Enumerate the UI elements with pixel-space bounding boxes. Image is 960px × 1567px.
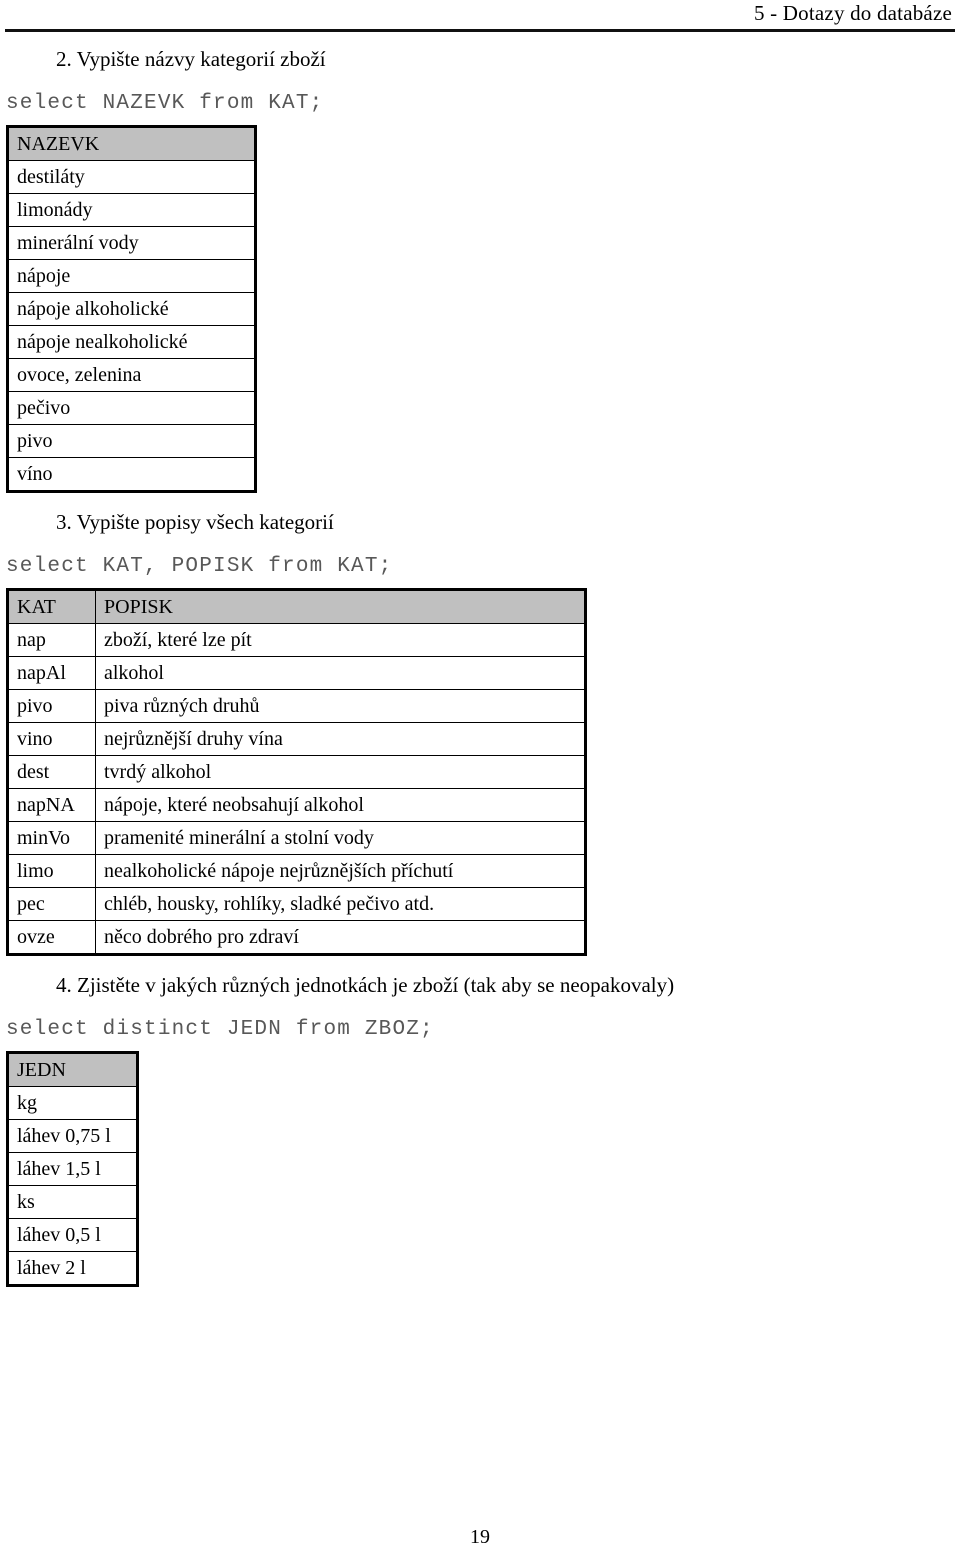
column-header-jedn: JEDN xyxy=(7,1052,138,1087)
nazevk-result-table: NAZEVK destiláty limonády minerální vody… xyxy=(6,125,257,493)
cell-nazevk: ovoce, zelenina xyxy=(7,358,256,392)
cell-kat: napAl xyxy=(7,656,96,690)
page-number: 19 xyxy=(470,1526,490,1548)
table-row: minVo pramenité minerální a stolní vody xyxy=(7,821,586,855)
table-row: pivo xyxy=(7,424,256,458)
cell-popisk: něco dobrého pro zdraví xyxy=(95,920,586,955)
task-4-sql: select distinct JEDN from ZBOZ; xyxy=(6,1018,434,1041)
cell-jedn: láhev 0,5 l xyxy=(7,1218,138,1252)
task-2-sql: select NAZEVK from KAT; xyxy=(6,92,324,115)
task-2-heading: 2. Vypište názvy kategorií zboží xyxy=(56,47,326,71)
cell-nazevk: nápoje xyxy=(7,259,256,293)
table-row: nápoje alkoholické xyxy=(7,292,256,326)
cell-jedn: ks xyxy=(7,1185,138,1219)
cell-nazevk: pivo xyxy=(7,424,256,458)
cell-jedn: láhev 1,5 l xyxy=(7,1152,138,1186)
table-row: ovze něco dobrého pro zdraví xyxy=(7,920,586,955)
cell-nazevk: víno xyxy=(7,457,256,492)
cell-kat: minVo xyxy=(7,821,96,855)
kat-popisk-result-table: KAT POPISK nap zboží, které lze pít napA… xyxy=(6,588,587,956)
column-header-popisk: POPISK xyxy=(95,589,586,624)
table-row: minerální vody xyxy=(7,226,256,260)
table-row: pivo piva různých druhů xyxy=(7,689,586,723)
section-task-3: 3. Vypište popisy všech kategorií select… xyxy=(0,509,960,956)
cell-kat: ovze xyxy=(7,920,96,955)
cell-popisk: zboží, které lze pít xyxy=(95,623,586,657)
table-row: pečivo xyxy=(7,391,256,425)
task-4-heading: 4. Zjistěte v jakých různých jednotkách … xyxy=(56,973,675,997)
table-row: kg xyxy=(7,1086,138,1120)
table-row: napNA nápoje, které neobsahují alkohol xyxy=(7,788,586,822)
table-row: ovoce, zelenina xyxy=(7,358,256,392)
task-3-heading: 3. Vypište popisy všech kategorií xyxy=(56,510,334,534)
cell-popisk: nejrůznější druhy vína xyxy=(95,722,586,756)
section-task-2: 2. Vypište názvy kategorií zboží select … xyxy=(0,46,960,493)
cell-nazevk: nápoje alkoholické xyxy=(7,292,256,326)
table-row: vino nejrůznější druhy vína xyxy=(7,722,586,756)
jedn-result-table: JEDN kg láhev 0,75 l láhev 1,5 l ks láhe… xyxy=(6,1051,139,1287)
column-header-kat: KAT xyxy=(7,589,96,624)
table-row: nap zboží, které lze pít xyxy=(7,623,586,657)
cell-kat: pec xyxy=(7,887,96,921)
running-header-title: 5 - Dotazy do databáze xyxy=(754,1,952,25)
section-task-4: 4. Zjistěte v jakých různých jednotkách … xyxy=(0,972,960,1287)
cell-popisk: tvrdý alkohol xyxy=(95,755,586,789)
cell-kat: nap xyxy=(7,623,96,657)
cell-kat: napNA xyxy=(7,788,96,822)
table-row: pec chléb, housky, rohlíky, sladké pečiv… xyxy=(7,887,586,921)
table-header-row: NAZEVK xyxy=(7,126,256,161)
cell-nazevk: nápoje nealkoholické xyxy=(7,325,256,359)
table-row: láhev 2 l xyxy=(7,1251,138,1286)
cell-nazevk: pečivo xyxy=(7,391,256,425)
table-header-row: JEDN xyxy=(7,1052,138,1087)
cell-kat: pivo xyxy=(7,689,96,723)
table-row: láhev 1,5 l xyxy=(7,1152,138,1186)
document-content: 2. Vypište názvy kategorií zboží select … xyxy=(0,30,960,1287)
cell-nazevk: minerální vody xyxy=(7,226,256,260)
cell-popisk: chléb, housky, rohlíky, sladké pečivo at… xyxy=(95,887,586,921)
cell-popisk: nealkoholické nápoje nejrůznějších přích… xyxy=(95,854,586,888)
table-row: dest tvrdý alkohol xyxy=(7,755,586,789)
cell-nazevk: destiláty xyxy=(7,160,256,194)
cell-kat: limo xyxy=(7,854,96,888)
table-row: nápoje xyxy=(7,259,256,293)
cell-popisk: alkohol xyxy=(95,656,586,690)
table-header-row: KAT POPISK xyxy=(7,589,586,624)
table-row: nápoje nealkoholické xyxy=(7,325,256,359)
cell-popisk: piva různých druhů xyxy=(95,689,586,723)
table-row: láhev 0,5 l xyxy=(7,1218,138,1252)
table-row: ks xyxy=(7,1185,138,1219)
cell-jedn: láhev 0,75 l xyxy=(7,1119,138,1153)
table-row: láhev 0,75 l xyxy=(7,1119,138,1153)
page-header: 5 - Dotazy do databáze xyxy=(0,0,960,32)
task-3-sql: select KAT, POPISK from KAT; xyxy=(6,555,393,578)
table-row: limonády xyxy=(7,193,256,227)
table-row: napAl alkohol xyxy=(7,656,586,690)
cell-jedn: kg xyxy=(7,1086,138,1120)
cell-popisk: nápoje, které neobsahují alkohol xyxy=(95,788,586,822)
cell-kat: dest xyxy=(7,755,96,789)
table-row: limo nealkoholické nápoje nejrůznějších … xyxy=(7,854,586,888)
table-row: víno xyxy=(7,457,256,492)
column-header-nazevk: NAZEVK xyxy=(7,126,256,161)
cell-nazevk: limonády xyxy=(7,193,256,227)
table-row: destiláty xyxy=(7,160,256,194)
cell-kat: vino xyxy=(7,722,96,756)
cell-popisk: pramenité minerální a stolní vody xyxy=(95,821,586,855)
cell-jedn: láhev 2 l xyxy=(7,1251,138,1286)
